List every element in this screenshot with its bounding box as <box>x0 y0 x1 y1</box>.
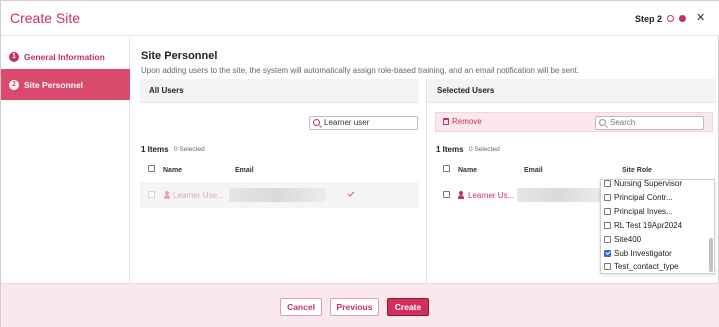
sidebar-item-label: Site Personnel <box>24 79 84 90</box>
step-number-badge: 1 <box>9 51 19 62</box>
dialog-footer: Cancel Previous Create <box>1 283 719 327</box>
dialog-header: Create Site Step 2 ✕ <box>1 1 719 36</box>
create-site-dialog: Create Site Step 2 ✕ 1 General Informati… <box>0 0 719 327</box>
role-option-checkbox[interactable] <box>604 222 611 229</box>
table-row[interactable]: Learner Use... <box>140 182 419 208</box>
role-option[interactable]: Test_contact_type <box>604 260 678 273</box>
create-button[interactable]: Create <box>387 298 429 316</box>
cancel-button[interactable]: Cancel <box>280 298 322 316</box>
page-title: Site Personnel <box>141 50 218 62</box>
role-option[interactable]: Principal Contr... <box>604 191 673 204</box>
remove-button-label: Remove <box>452 117 482 126</box>
column-header-name: Name <box>163 167 183 174</box>
step-number-badge: 2 <box>9 79 19 90</box>
user-icon <box>164 191 170 199</box>
all-users-search-field[interactable] <box>324 118 417 127</box>
role-option[interactable]: RL Test 19Apr2024 <box>604 219 682 232</box>
page-description: Upon adding users to the site, the syste… <box>141 66 580 75</box>
role-option-label: Site400 <box>614 235 642 244</box>
steps-sidebar: 1 General Information 2 Site Personnel <box>1 37 130 283</box>
all-users-panel: All Users 1 Items 0 Selected Name Email … <box>140 79 419 283</box>
column-header-email: Email <box>235 167 254 174</box>
role-option-label: Nursing Supervisor <box>614 179 683 188</box>
selected-users-search-field[interactable] <box>610 118 703 127</box>
sidebar-item-site-personnel[interactable]: 2 Site Personnel <box>1 69 130 100</box>
remove-button[interactable]: Remove <box>443 117 482 126</box>
role-option-checkbox[interactable] <box>604 236 611 243</box>
email-redacted <box>229 188 326 202</box>
selected-users-header: Selected Users <box>428 79 716 103</box>
role-option-label: Principal Inves... <box>614 207 673 216</box>
step-2-dot <box>679 15 686 22</box>
dropdown-scrollbar[interactable] <box>709 238 713 272</box>
all-users-search-input[interactable] <box>309 116 418 130</box>
column-header-email: Email <box>524 167 543 174</box>
user-name: Learner Use... <box>173 191 224 200</box>
role-option-checkbox-checked[interactable] <box>604 250 611 257</box>
role-option[interactable]: Sub Investigator <box>604 247 672 260</box>
selected-users-search-input[interactable] <box>595 116 704 130</box>
dialog-title: Create Site <box>10 10 81 26</box>
close-icon[interactable]: ✕ <box>696 11 705 24</box>
site-role-dropdown[interactable]: Nursing Supervisor Principal Contr... Pr… <box>600 179 715 274</box>
row-checkbox[interactable] <box>148 191 155 198</box>
previous-button[interactable]: Previous <box>330 298 379 316</box>
items-count: 1 Items <box>141 145 169 154</box>
search-icon <box>599 119 606 126</box>
role-option-checkbox[interactable] <box>604 194 611 201</box>
step-1-dot <box>667 15 674 22</box>
role-option[interactable]: Principal Inves... <box>604 205 673 218</box>
role-option-checkbox[interactable] <box>604 208 611 215</box>
step-indicator-label: Step 2 <box>635 14 663 24</box>
panel-divider <box>426 79 427 283</box>
role-option-label: Sub Investigator <box>614 249 672 258</box>
column-header-name: Name <box>458 167 478 174</box>
selected-users-title: Selected Users <box>437 86 495 95</box>
role-option-label: Test_contact_type <box>614 262 679 271</box>
added-check-icon <box>347 190 355 197</box>
search-icon <box>313 119 320 126</box>
sidebar-item-general-information[interactable]: 1 General Information <box>1 41 130 72</box>
role-option-checkbox[interactable] <box>604 263 611 270</box>
selected-users-toolbar: Remove <box>435 112 713 132</box>
role-option[interactable]: Site400 <box>604 233 641 246</box>
sidebar-item-label: General Information <box>24 51 105 62</box>
select-all-checkbox[interactable] <box>148 165 155 172</box>
trash-icon <box>443 118 449 125</box>
email-redacted <box>517 188 601 202</box>
role-option-label: Principal Contr... <box>614 193 673 202</box>
user-icon <box>458 191 464 199</box>
selected-count: 0 Selected <box>469 146 500 153</box>
items-count: 1 Items <box>436 145 464 154</box>
select-all-checkbox[interactable] <box>443 165 450 172</box>
role-option[interactable]: Nursing Supervisor <box>604 179 683 190</box>
all-users-title: All Users <box>149 86 184 95</box>
user-name[interactable]: Learner Us... <box>468 191 514 200</box>
selected-count: 0 Selected <box>174 146 205 153</box>
role-option-label: RL Test 19Apr2024 <box>614 221 683 230</box>
row-checkbox[interactable] <box>443 191 450 198</box>
all-users-header: All Users <box>140 79 419 103</box>
column-header-site-role: Site Role <box>622 167 652 174</box>
role-option-checkbox[interactable] <box>604 180 611 187</box>
